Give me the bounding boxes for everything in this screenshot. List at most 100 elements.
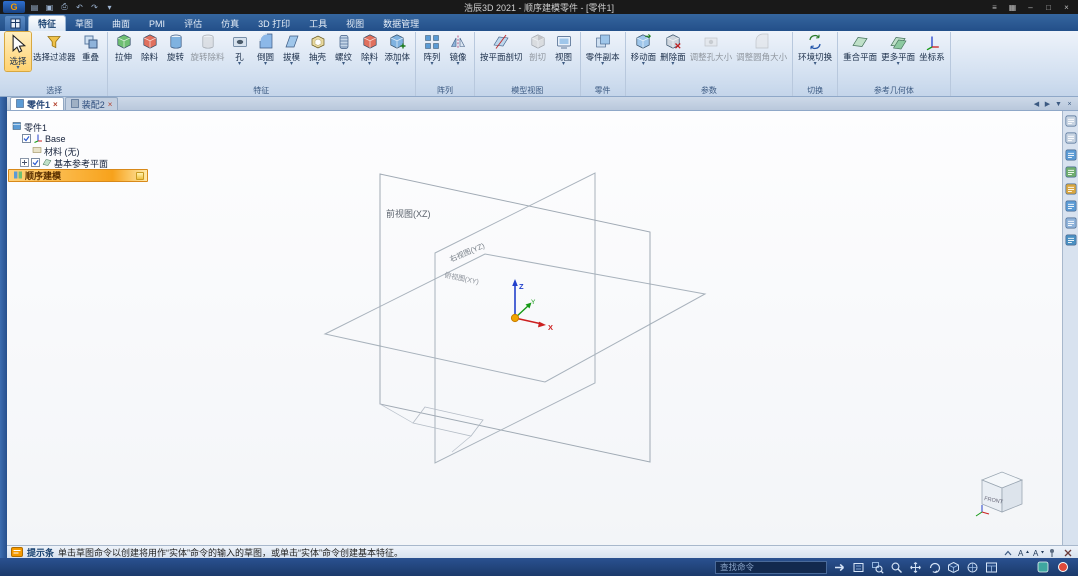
close-prompt-icon[interactable] <box>1062 547 1074 558</box>
font-increase-icon[interactable]: A <box>1017 547 1029 558</box>
font-decrease-icon[interactable]: A <box>1032 547 1044 558</box>
close-document-icon[interactable]: × <box>108 100 113 109</box>
dropdown-arrow-icon[interactable]: ▾ <box>368 61 371 67</box>
zoom-area-icon[interactable] <box>870 560 885 574</box>
ribbon-tab-6[interactable]: 仿真 <box>212 16 248 31</box>
viewport-3d[interactable]: 前视图(XZ) 右视图(YZ) 俯视图(XY) Z Y X 零件1 Base 材… <box>0 111 1062 545</box>
view-cube[interactable]: FRONT <box>972 467 1032 521</box>
document-tab-2[interactable]: 装配2 × <box>64 97 119 110</box>
window-layout-icon[interactable] <box>984 560 999 574</box>
common-views-icon[interactable] <box>946 560 961 574</box>
redo-icon[interactable]: ↷ <box>88 2 101 13</box>
dropdown-arrow-icon[interactable]: ▾ <box>814 61 817 67</box>
dropdown-arrow-icon[interactable]: ▾ <box>562 61 565 67</box>
dropdown-arrow-icon[interactable]: ▾ <box>16 65 19 71</box>
command-search-input[interactable] <box>715 560 827 574</box>
ribbon-button-2-2[interactable]: 除料 <box>137 32 163 62</box>
go-arrow-icon[interactable] <box>832 560 847 574</box>
ribbon-tab-5[interactable]: 评估 <box>175 16 211 31</box>
web-panel-icon[interactable] <box>1064 233 1077 246</box>
ribbon-tab-8[interactable]: 工具 <box>300 16 336 31</box>
tree-item-2[interactable]: Base <box>8 133 188 145</box>
ribbon-button-8-2[interactable]: 更多平面 ▾ <box>879 32 917 67</box>
undo-icon[interactable]: ↶ <box>73 2 86 13</box>
minimize-icon[interactable]: – <box>1022 1 1039 13</box>
dropdown-arrow-icon[interactable]: ▾ <box>642 61 645 67</box>
alert-dot-icon[interactable] <box>1055 560 1070 574</box>
plane-label-front[interactable]: 前视图(XZ) <box>386 208 431 219</box>
ribbon-tab-3[interactable]: 曲面 <box>103 16 139 31</box>
dock-menu-icon[interactable] <box>1064 114 1077 127</box>
fit-view-icon[interactable] <box>851 560 866 574</box>
tab-list-icon[interactable]: ▼ <box>1054 101 1063 108</box>
visibility-checkbox[interactable] <box>31 157 40 169</box>
next-tab-icon[interactable]: ▶ <box>1043 100 1052 108</box>
menu-grid-icon[interactable]: ▤ <box>28 2 41 13</box>
ribbon-button-2-1[interactable]: 拉伸 <box>111 32 137 62</box>
ribbon-button-5-1[interactable]: 零件副本 ▾ <box>584 32 622 67</box>
dropdown-arrow-icon[interactable]: ▾ <box>342 61 345 67</box>
ribbon-tab-9[interactable]: 视图 <box>337 16 373 31</box>
ribbon-button-4-3[interactable]: 视图 ▾ <box>551 32 577 67</box>
dropdown-arrow-icon[interactable]: ▾ <box>264 61 267 67</box>
dropdown-arrow-icon[interactable]: ▾ <box>457 61 460 67</box>
plane-label-top[interactable]: 俯视图(XY) <box>444 270 480 286</box>
dropdown-arrow-icon[interactable]: ▾ <box>290 61 293 67</box>
app-logo-icon[interactable]: G <box>3 1 25 13</box>
ribbon-button-8-3[interactable]: 坐标系 <box>917 32 947 62</box>
visibility-checkbox[interactable] <box>22 133 31 145</box>
ribbon-button-2-9[interactable]: 螺纹 ▾ <box>331 32 357 67</box>
ribbon-button-2-5[interactable]: 孔 ▾ <box>227 32 253 67</box>
prev-tab-icon[interactable]: ◀ <box>1032 100 1041 108</box>
ribbon-button-6-2[interactable]: 删除面 ▾ <box>658 32 688 67</box>
ribbon-button-2-6[interactable]: 倒圆 ▾ <box>253 32 279 67</box>
ribbon-display-icon[interactable]: ≡ <box>986 1 1003 13</box>
rotate-view-icon[interactable] <box>927 560 942 574</box>
dropdown-arrow-icon[interactable]: ▾ <box>897 61 900 67</box>
ribbon-button-8-1[interactable]: 重合平面 <box>841 32 879 62</box>
close-tab-icon[interactable]: × <box>1065 101 1074 108</box>
pathfinder-panel-icon[interactable] <box>1064 148 1077 161</box>
library-panel-icon[interactable] <box>1064 165 1077 178</box>
ribbon-button-6-1[interactable]: 移动面 ▾ <box>629 32 659 67</box>
tree-item-4[interactable]: 基本参考平面 <box>8 157 188 169</box>
window-style-icon[interactable]: ▦ <box>1004 1 1021 13</box>
ribbon-tab-2[interactable]: 草图 <box>66 16 102 31</box>
print-icon[interactable]: ⎙ <box>58 2 71 13</box>
pan-icon[interactable] <box>908 560 923 574</box>
origin-point[interactable] <box>510 313 520 323</box>
dropdown-arrow-icon[interactable]: ▾ <box>316 61 319 67</box>
dropdown-arrow-icon[interactable]: ▾ <box>431 61 434 67</box>
ribbon-button-4-1[interactable]: 按平面剖切 <box>478 32 525 62</box>
expander-icon[interactable] <box>20 157 29 169</box>
customize-quick-access-icon[interactable]: ▾ <box>103 2 116 13</box>
ribbon-tab-7[interactable]: 3D 打印 <box>249 16 299 31</box>
tree-item-1[interactable]: 零件1 <box>8 121 188 133</box>
variables-panel-icon[interactable] <box>1064 216 1077 229</box>
document-tab-1[interactable]: 零件1 × <box>10 97 64 110</box>
dropdown-arrow-icon[interactable]: ▾ <box>238 61 241 67</box>
ribbon-button-1-3[interactable]: 重叠 <box>78 32 104 62</box>
pin-icon[interactable] <box>1047 547 1059 558</box>
save-icon[interactable]: ▣ <box>43 2 56 13</box>
ribbon-button-2-10[interactable]: 除料 ▾ <box>357 32 383 67</box>
ribbon-button-3-1[interactable]: 阵列 ▾ <box>419 32 445 67</box>
ribbon-button-2-3[interactable]: 旋转 <box>163 32 189 62</box>
dropdown-arrow-icon[interactable]: ▾ <box>601 61 604 67</box>
ribbon-button-7-1[interactable]: 环境切换 ▾ <box>796 32 834 67</box>
app-menu-button[interactable] <box>5 16 25 31</box>
ribbon-button-1-2[interactable]: 选择过滤器 <box>31 32 78 62</box>
status-indicator-icon[interactable] <box>1035 560 1050 574</box>
tree-item-3[interactable]: 材料 (无) <box>8 145 188 157</box>
ribbon-button-3-2[interactable]: 镜像 ▾ <box>445 32 471 67</box>
ribbon-tab-10[interactable]: 数据管理 <box>374 16 428 31</box>
ribbon-button-1-1[interactable]: 选择 ▾ <box>5 32 31 72</box>
zoom-icon[interactable] <box>889 560 904 574</box>
close-document-icon[interactable]: × <box>53 100 58 109</box>
dropdown-arrow-icon[interactable]: ▾ <box>396 61 399 67</box>
ordered-modeling-handle[interactable] <box>136 172 144 180</box>
restore-icon[interactable]: □ <box>1040 1 1057 13</box>
layers-panel-icon[interactable] <box>1064 182 1077 195</box>
ribbon-tab-4[interactable]: PMI <box>140 16 174 31</box>
tree-item-5[interactable]: 顺序建模 <box>8 169 148 182</box>
